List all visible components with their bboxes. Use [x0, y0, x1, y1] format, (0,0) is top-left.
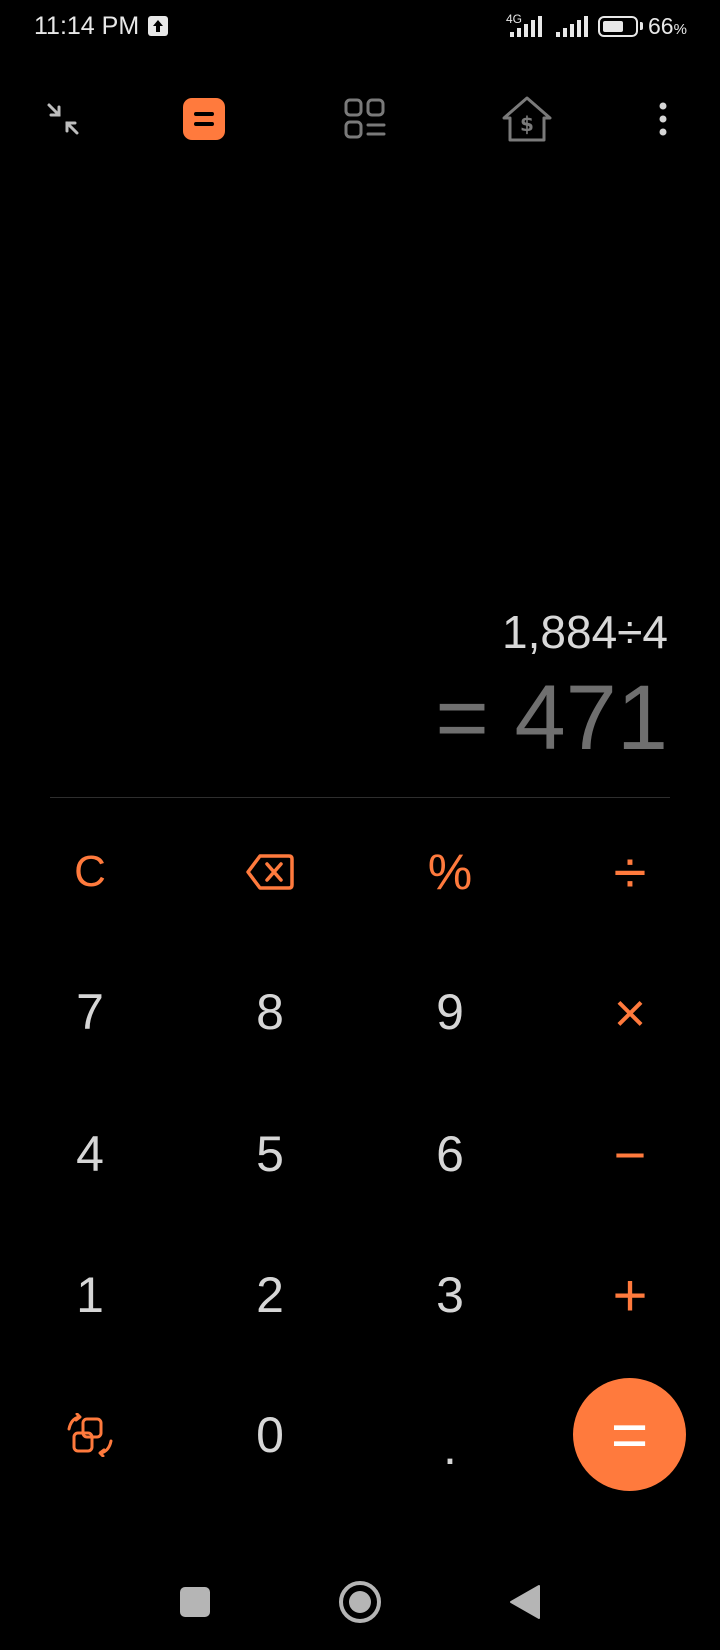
calculator-icon	[183, 98, 225, 140]
tools-tab[interactable]	[330, 84, 400, 154]
square-icon	[180, 1587, 210, 1617]
calculator-tab[interactable]	[169, 84, 239, 154]
digit-4-button[interactable]: 4	[15, 1099, 165, 1209]
equals-button[interactable]: =	[573, 1378, 686, 1491]
upload-notification-icon	[148, 16, 168, 36]
minus-button[interactable]: −	[555, 1099, 705, 1209]
collapse-button[interactable]	[28, 84, 98, 154]
digit-6-button[interactable]: 6	[375, 1099, 525, 1209]
mode-switch-button[interactable]	[15, 1380, 165, 1490]
home-circle-icon	[339, 1581, 381, 1623]
backspace-icon	[246, 854, 294, 890]
digit-7-button[interactable]: 7	[15, 957, 165, 1067]
plus-button[interactable]: +	[555, 1240, 705, 1350]
result-display: = 471	[435, 667, 668, 769]
backspace-button[interactable]	[195, 817, 345, 927]
back-triangle-icon	[510, 1585, 540, 1619]
more-vert-icon	[659, 102, 667, 136]
digit-1-button[interactable]: 1	[15, 1240, 165, 1350]
tools-grid-icon	[344, 98, 386, 139]
battery-tip	[640, 22, 643, 30]
battery-icon	[598, 16, 638, 37]
home-button[interactable]	[330, 1572, 390, 1632]
mortgage-tab[interactable]: $	[492, 84, 562, 154]
switch-mode-icon	[67, 1413, 113, 1457]
battery-fill	[603, 21, 623, 32]
status-bar: 11:14 PM 4G 66%	[0, 0, 720, 56]
expression-display: 1,884÷4	[502, 606, 668, 658]
signal-strength-icon-2	[556, 16, 588, 37]
digit-0-button[interactable]: 0	[195, 1380, 345, 1490]
decimal-point-button[interactable]: .	[375, 1380, 525, 1490]
display-divider	[50, 797, 670, 798]
battery-percent: 66%	[648, 13, 687, 39]
percent-button[interactable]: %	[375, 817, 525, 927]
digit-9-button[interactable]: 9	[375, 957, 525, 1067]
collapse-icon	[47, 103, 79, 135]
digit-3-button[interactable]: 3	[375, 1240, 525, 1350]
status-time: 11:14 PM	[34, 12, 140, 40]
digit-2-button[interactable]: 2	[195, 1240, 345, 1350]
recent-apps-button[interactable]	[165, 1572, 225, 1632]
digit-5-button[interactable]: 5	[195, 1099, 345, 1209]
toolbar: $	[0, 84, 720, 154]
signal-strength-icon	[510, 16, 542, 37]
more-options-button[interactable]	[628, 84, 698, 154]
mortgage-icon: $	[502, 96, 552, 142]
svg-text:$: $	[520, 112, 534, 136]
clear-button[interactable]: C	[15, 817, 165, 927]
divide-button[interactable]: ÷	[555, 817, 705, 927]
back-button[interactable]	[495, 1572, 555, 1632]
multiply-button[interactable]: ×	[555, 957, 705, 1067]
digit-8-button[interactable]: 8	[195, 957, 345, 1067]
